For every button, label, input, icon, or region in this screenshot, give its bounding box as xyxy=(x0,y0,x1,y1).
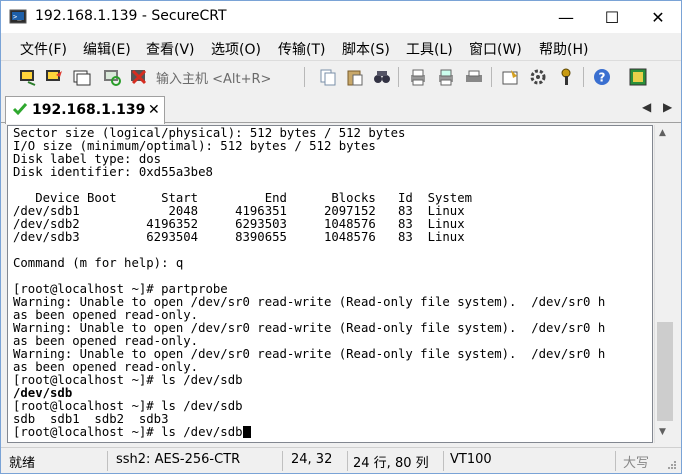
terminal-line: Disk identifier: 0xd55a3be8 xyxy=(13,166,605,179)
status-bar: 就绪 ssh2: AES-256-CTR 24, 32 24 行, 80 列 V… xyxy=(1,447,681,473)
terminal-line-text: as been opened read-only. xyxy=(13,308,199,322)
status-divider xyxy=(443,451,444,471)
terminal-line-text: sdb sdb1 sdb2 sdb3 xyxy=(13,412,169,426)
global-options-icon[interactable] xyxy=(527,66,549,88)
menu-transfer[interactable]: 传输(T) xyxy=(278,39,325,59)
terminal-line-text: /dev/sdb3 6293504 8390655 1048576 83 Lin… xyxy=(13,230,465,244)
terminal-line-text: Warning: Unable to open /dev/sr0 read-wr… xyxy=(13,321,606,335)
menu-options[interactable]: 选项(O) xyxy=(211,39,261,59)
reconnect-icon[interactable] xyxy=(101,66,123,88)
terminal-line-text: Device Boot Start End Blocks Id System xyxy=(13,191,473,205)
terminal-line: /dev/sdb3 6293504 8390655 1048576 83 Lin… xyxy=(13,231,605,244)
toolbar-divider xyxy=(398,67,399,87)
menu-tools[interactable]: 工具(L) xyxy=(406,39,453,59)
resize-grip-icon[interactable] xyxy=(667,460,677,470)
status-rows-cols: 24 行, 80 列 xyxy=(353,456,429,471)
terminal-output: Sector size (logical/physical): 512 byte… xyxy=(13,127,605,439)
minimize-button[interactable]: — xyxy=(543,1,589,33)
host-input[interactable]: 输入主机 <Alt+R> xyxy=(156,68,271,87)
terminal-line-text: Disk label type: dos xyxy=(13,152,162,166)
toolbar-divider xyxy=(304,67,305,87)
status-divider xyxy=(347,451,348,471)
terminal-line-text: /dev/sdb2 4196352 6293503 1048576 83 Lin… xyxy=(13,217,465,231)
tab-label: 192.168.1.139 xyxy=(32,102,146,118)
session-options-icon[interactable] xyxy=(499,66,521,88)
status-divider xyxy=(615,451,616,471)
vertical-scrollbar[interactable]: ▲ ▼ xyxy=(654,125,674,443)
terminal-line: [root@localhost ~]# ls /dev/sdb xyxy=(13,426,605,439)
terminal-line-text: Warning: Unable to open /dev/sr0 read-wr… xyxy=(13,295,606,309)
terminal-line-text: /dev/sdb1 2048 4196351 2097152 83 Linux xyxy=(13,204,465,218)
status-caps: 大写 xyxy=(623,456,650,471)
scroll-thumb[interactable] xyxy=(657,322,673,421)
connect-tab-icon[interactable] xyxy=(71,66,93,88)
disconnect-icon[interactable] xyxy=(128,66,150,88)
session-tab-bar: 192.168.1.139 ✕ ◀ ▶ xyxy=(1,94,681,124)
scroll-down-icon[interactable]: ▼ xyxy=(659,427,666,437)
terminal-line: [root@localhost ~]# ls /dev/sdb xyxy=(13,374,605,387)
terminal-line-text: Disk identifier: 0xd55a3be8 xyxy=(13,165,213,179)
terminal-line-text: /dev/sdb xyxy=(13,386,73,400)
toolbar-divider xyxy=(491,67,492,87)
find-icon[interactable] xyxy=(371,66,393,88)
title-bar[interactable]: >_ 192.168.1.139 - SecureCRT — ☐ ✕ xyxy=(1,1,681,33)
toolbar-divider xyxy=(583,67,584,87)
terminal-line-text: [root@localhost ~]# ls /dev/sdb xyxy=(13,373,243,387)
sftp-icon[interactable] xyxy=(627,66,649,88)
close-tab-icon[interactable]: ✕ xyxy=(148,102,160,118)
terminal-line-text: [root@localhost ~]# ls /dev/sdb xyxy=(13,399,243,413)
terminal-line-text: Sector size (logical/physical): 512 byte… xyxy=(13,126,406,140)
menu-view[interactable]: 查看(V) xyxy=(146,39,195,59)
menu-help[interactable]: 帮助(H) xyxy=(539,39,588,59)
copy-icon[interactable] xyxy=(317,66,339,88)
scroll-up-icon[interactable]: ▲ xyxy=(659,128,666,138)
terminal-line-text: as been opened read-only. xyxy=(13,360,199,374)
terminal-line: Command (m for help): q xyxy=(13,257,605,270)
securecrt-icon: >_ xyxy=(9,9,27,24)
status-cursor-position: 24, 32 xyxy=(291,452,333,467)
menu-script[interactable]: 脚本(S) xyxy=(342,39,390,59)
quick-connect-icon[interactable] xyxy=(43,66,65,88)
menu-edit[interactable]: 编辑(E) xyxy=(83,39,131,59)
terminal-cursor xyxy=(242,426,251,438)
keymap-icon[interactable] xyxy=(555,66,577,88)
status-terminal-type: VT100 xyxy=(450,452,492,467)
terminal-line-text: Command (m for help): q xyxy=(13,256,184,270)
terminal-line-text: as been opened read-only. xyxy=(13,334,199,348)
menu-window[interactable]: 窗口(W) xyxy=(469,39,522,59)
print-selection-icon[interactable] xyxy=(435,66,457,88)
tab-scroll-left-icon[interactable]: ◀ xyxy=(642,100,651,114)
tab-scroll-right-icon[interactable]: ▶ xyxy=(663,100,672,114)
maximize-button[interactable]: ☐ xyxy=(589,1,635,33)
toolbar: 输入主机 <Alt+R> ? xyxy=(1,60,681,92)
window-title: 192.168.1.139 - SecureCRT xyxy=(35,8,227,24)
close-button[interactable]: ✕ xyxy=(635,1,681,33)
terminal-line-text: [root@localhost ~]# ls /dev/sdb xyxy=(13,425,243,439)
check-icon xyxy=(12,103,28,116)
terminal-line-text: I/O size (minimum/optimal): 512 bytes / … xyxy=(13,139,376,153)
terminal-line-text: Warning: Unable to open /dev/sr0 read-wr… xyxy=(13,347,606,361)
menu-file[interactable]: 文件(F) xyxy=(20,39,67,59)
svg-text:?: ? xyxy=(599,71,606,85)
menu-bar: 文件(F) 编辑(E) 查看(V) 选项(O) 传输(T) 脚本(S) 工具(L… xyxy=(1,35,681,59)
status-divider xyxy=(282,451,283,471)
status-divider xyxy=(107,451,108,471)
status-ready: 就绪 xyxy=(9,456,36,471)
terminal-view[interactable]: Sector size (logical/physical): 512 byte… xyxy=(7,125,653,443)
tab-session[interactable]: 192.168.1.139 ✕ xyxy=(5,96,165,124)
app-window: >_ 192.168.1.139 - SecureCRT — ☐ ✕ 文件(F)… xyxy=(0,0,682,474)
printer-icon[interactable] xyxy=(463,66,485,88)
connect-icon[interactable] xyxy=(17,66,39,88)
status-cipher: ssh2: AES-256-CTR xyxy=(116,452,241,467)
print-icon[interactable] xyxy=(407,66,429,88)
terminal-line-text: [root@localhost ~]# partprobe xyxy=(13,282,228,296)
help-icon[interactable]: ? xyxy=(591,66,613,88)
svg-text:>_: >_ xyxy=(13,13,22,21)
paste-icon[interactable] xyxy=(344,66,366,88)
